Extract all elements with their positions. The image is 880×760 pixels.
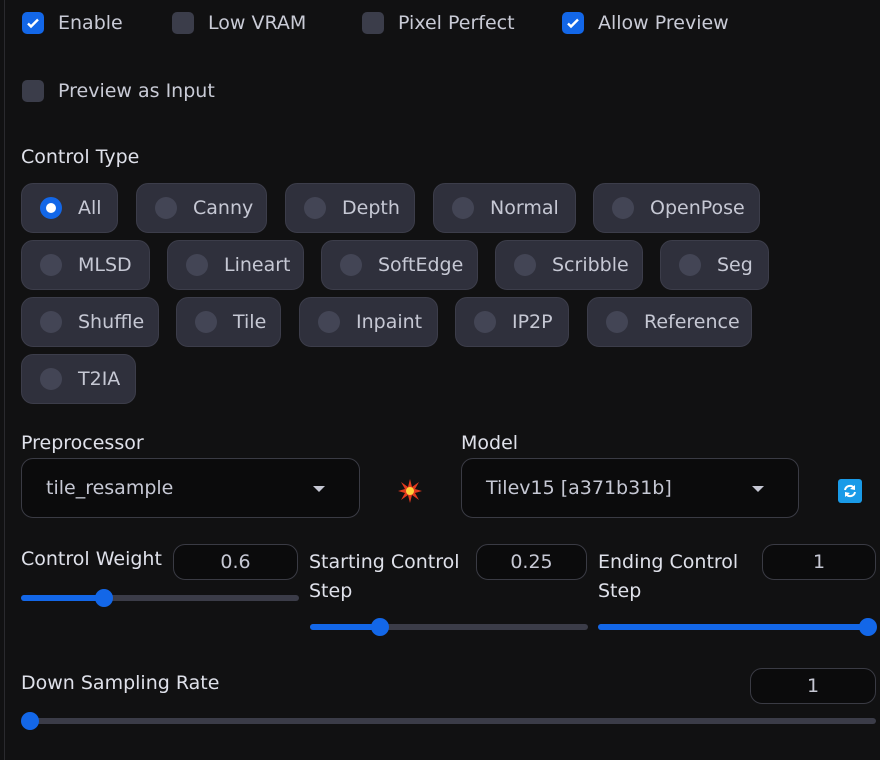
- checkbox-unchecked-icon: [362, 12, 384, 34]
- model-dropdown[interactable]: Tilev15 [a371b31b]: [461, 458, 799, 518]
- preview-as-input-checkbox[interactable]: Preview as Input: [22, 80, 215, 102]
- control-type-label: Control Type: [21, 146, 140, 168]
- control-weight-slider[interactable]: [21, 589, 299, 607]
- control-type-option-lineart[interactable]: Lineart: [167, 240, 304, 290]
- refresh-icon[interactable]: [838, 479, 862, 503]
- low-vram-checkbox[interactable]: Low VRAM: [172, 12, 306, 34]
- preprocessor-dropdown[interactable]: tile_resample: [21, 458, 360, 518]
- control-type-option-label: IP2P: [512, 311, 553, 333]
- control-type-option-label: All: [78, 197, 102, 219]
- control-type-option-canny[interactable]: Canny: [136, 183, 267, 233]
- radio-unselected-icon: [304, 197, 326, 219]
- radio-selected-icon: [40, 197, 62, 219]
- ending-control-step-input[interactable]: 1: [762, 544, 876, 580]
- chevron-down-icon: [313, 486, 325, 492]
- radio-unselected-icon: [514, 254, 536, 276]
- slider-thumb[interactable]: [859, 618, 877, 636]
- control-type-option-label: Reference: [644, 311, 740, 333]
- control-type-option-mlsd[interactable]: MLSD: [21, 240, 150, 290]
- down-sampling-rate-label: Down Sampling Rate: [21, 672, 220, 694]
- control-type-option-label: Inpaint: [356, 311, 423, 333]
- control-type-option-label: Depth: [342, 197, 400, 219]
- radio-unselected-icon: [679, 254, 701, 276]
- radio-unselected-icon: [474, 311, 496, 333]
- control-type-option-reference[interactable]: Reference: [587, 297, 752, 347]
- radio-unselected-icon: [452, 197, 474, 219]
- checkbox-checked-icon: [562, 12, 584, 34]
- control-type-option-tile[interactable]: Tile: [176, 297, 281, 347]
- ending-control-step-label: Ending Control Step: [598, 551, 739, 602]
- down-sampling-rate-slider[interactable]: [21, 712, 876, 730]
- model-value: Tilev15 [a371b31b]: [486, 477, 672, 499]
- preprocessor-label: Preprocessor: [21, 432, 144, 454]
- control-type-option-label: Seg: [717, 254, 753, 276]
- slider-thumb[interactable]: [21, 712, 39, 730]
- control-type-option-label: SoftEdge: [378, 254, 464, 276]
- down-sampling-rate-input[interactable]: 1: [750, 668, 876, 704]
- control-type-option-label: T2IA: [78, 368, 121, 390]
- radio-unselected-icon: [195, 311, 217, 333]
- control-weight-label: Control Weight: [21, 548, 162, 570]
- control-type-option-softedge[interactable]: SoftEdge: [321, 240, 478, 290]
- control-type-option-openpose[interactable]: OpenPose: [593, 183, 760, 233]
- control-type-option-label: OpenPose: [650, 197, 745, 219]
- control-type-option-label: Shuffle: [78, 311, 145, 333]
- slider-fill: [21, 595, 105, 601]
- starting-control-step-input[interactable]: 0.25: [476, 544, 587, 580]
- radio-unselected-icon: [318, 311, 340, 333]
- slider-thumb[interactable]: [95, 589, 114, 607]
- control-type-option-label: Canny: [193, 197, 254, 219]
- control-type-option-label: Lineart: [224, 254, 291, 276]
- control-type-option-label: MLSD: [78, 254, 132, 276]
- starting-control-step-label: Starting Control Step: [309, 551, 460, 602]
- explosion-icon[interactable]: [397, 478, 423, 504]
- radio-unselected-icon: [155, 197, 177, 219]
- checkbox-checked-icon: [22, 12, 44, 34]
- control-type-option-shuffle[interactable]: Shuffle: [21, 297, 159, 347]
- control-weight-input[interactable]: 0.6: [173, 544, 298, 580]
- radio-unselected-icon: [40, 254, 62, 276]
- control-type-option-all[interactable]: All: [21, 183, 118, 233]
- chevron-down-icon: [752, 486, 764, 492]
- allow-preview-checkbox[interactable]: Allow Preview: [562, 12, 729, 34]
- radio-unselected-icon: [40, 368, 62, 390]
- control-type-option-seg[interactable]: Seg: [660, 240, 769, 290]
- slider-fill: [310, 624, 380, 630]
- radio-unselected-icon: [340, 254, 362, 276]
- control-type-option-depth[interactable]: Depth: [285, 183, 415, 233]
- checkbox-unchecked-icon: [172, 12, 194, 34]
- slider-fill: [598, 624, 868, 630]
- checkbox-label: Enable: [58, 12, 123, 34]
- control-type-option-label: Tile: [233, 311, 267, 333]
- radio-unselected-icon: [612, 197, 634, 219]
- control-type-option-normal[interactable]: Normal: [433, 183, 576, 233]
- checkbox-label: Allow Preview: [598, 12, 729, 34]
- radio-unselected-icon: [40, 311, 62, 333]
- control-type-option-ip2p[interactable]: IP2P: [455, 297, 569, 347]
- ending-control-step-slider[interactable]: [598, 618, 877, 636]
- radio-unselected-icon: [186, 254, 208, 276]
- radio-unselected-icon: [606, 311, 628, 333]
- starting-control-step-slider[interactable]: [310, 618, 588, 636]
- control-type-option-scribble[interactable]: Scribble: [495, 240, 643, 290]
- panel-border: [4, 0, 5, 760]
- pixel-perfect-checkbox[interactable]: Pixel Perfect: [362, 12, 515, 34]
- preprocessor-value: tile_resample: [46, 477, 174, 499]
- checkbox-label: Low VRAM: [208, 12, 307, 34]
- checkbox-label: Pixel Perfect: [398, 12, 515, 34]
- control-type-option-inpaint[interactable]: Inpaint: [299, 297, 438, 347]
- enable-checkbox[interactable]: Enable: [22, 12, 123, 34]
- checkbox-unchecked-icon: [22, 80, 44, 102]
- control-type-option-label: Scribble: [552, 254, 629, 276]
- control-type-option-t2ia[interactable]: T2IA: [21, 354, 136, 404]
- slider-thumb[interactable]: [370, 618, 389, 636]
- model-label: Model: [461, 432, 519, 454]
- control-type-option-label: Normal: [490, 197, 559, 219]
- checkbox-label: Preview as Input: [58, 80, 215, 102]
